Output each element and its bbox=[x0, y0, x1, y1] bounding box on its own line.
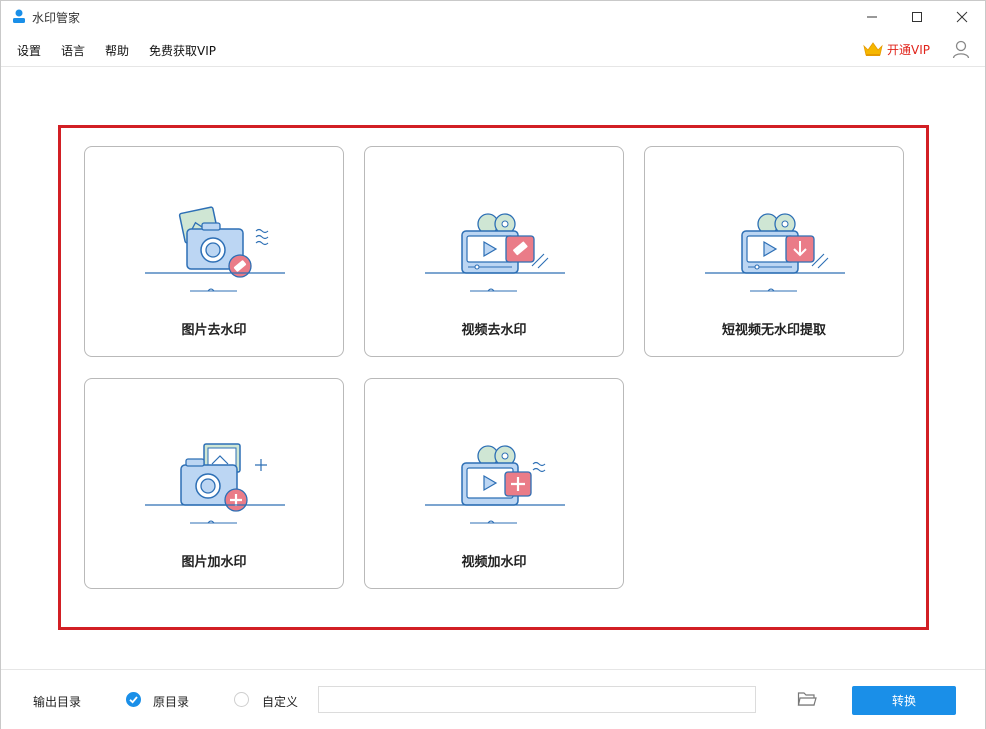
minimize-button[interactable] bbox=[849, 1, 895, 32]
output-bar: 输出目录 原目录 自定义 转换 bbox=[1, 669, 985, 729]
short-video-extract-icon bbox=[705, 213, 845, 292]
card-label: 短视频无水印提取 bbox=[721, 323, 826, 338]
photo-add-watermark-icon bbox=[145, 443, 285, 524]
output-path-input[interactable] bbox=[318, 686, 756, 713]
card-photo-add-watermark[interactable]: 图片加水印 bbox=[84, 378, 344, 589]
convert-button[interactable]: 转换 bbox=[852, 686, 956, 715]
open-vip-label: 开通VIP bbox=[887, 42, 930, 57]
maximize-button[interactable] bbox=[894, 1, 940, 32]
minimize-icon bbox=[867, 16, 877, 17]
menu-language[interactable]: 语言 bbox=[61, 42, 85, 59]
app-window: 水印管家 设置 语言 帮助 免费获取VIP 开通VIP 图片去水印 视频去水印 … bbox=[0, 0, 986, 729]
user-account-icon[interactable] bbox=[951, 39, 971, 59]
app-title: 水印管家 bbox=[32, 11, 81, 25]
card-video-add-watermark[interactable]: 视频加水印 bbox=[364, 378, 624, 589]
open-vip-link[interactable]: 开通VIP bbox=[863, 38, 930, 60]
card-label: 图片加水印 bbox=[181, 555, 247, 570]
radio-custom-label[interactable]: 自定义 bbox=[262, 693, 298, 710]
video-add-watermark-icon bbox=[425, 445, 565, 524]
crown-icon bbox=[863, 42, 883, 56]
card-video-remove-watermark[interactable]: 视频去水印 bbox=[364, 146, 624, 357]
radio-custom-dir[interactable] bbox=[234, 692, 249, 707]
menu-bar: 设置 语言 帮助 免费获取VIP 开通VIP bbox=[1, 32, 985, 67]
card-label: 视频去水印 bbox=[461, 323, 527, 338]
card-photo-remove-watermark[interactable]: 图片去水印 bbox=[84, 146, 344, 357]
radio-original-dir[interactable] bbox=[126, 692, 141, 707]
close-button[interactable] bbox=[939, 1, 985, 32]
title-bar: 水印管家 bbox=[1, 1, 985, 32]
check-icon bbox=[129, 696, 138, 704]
maximize-icon bbox=[912, 11, 922, 22]
card-label: 图片去水印 bbox=[181, 323, 247, 338]
menu-settings[interactable]: 设置 bbox=[17, 42, 41, 59]
menu-help[interactable]: 帮助 bbox=[105, 42, 129, 59]
output-dir-label: 输出目录 bbox=[33, 695, 82, 709]
folder-icon[interactable] bbox=[797, 690, 817, 708]
app-logo-icon bbox=[13, 9, 25, 23]
photo-remove-watermark-icon bbox=[145, 206, 285, 292]
card-label: 视频加水印 bbox=[461, 555, 527, 570]
video-remove-watermark-icon bbox=[425, 213, 565, 292]
menu-free-vip[interactable]: 免费获取VIP bbox=[149, 42, 216, 59]
card-short-video-extract[interactable]: 短视频无水印提取 bbox=[644, 146, 904, 357]
radio-original-label[interactable]: 原目录 bbox=[153, 693, 189, 710]
close-icon bbox=[956, 11, 968, 22]
